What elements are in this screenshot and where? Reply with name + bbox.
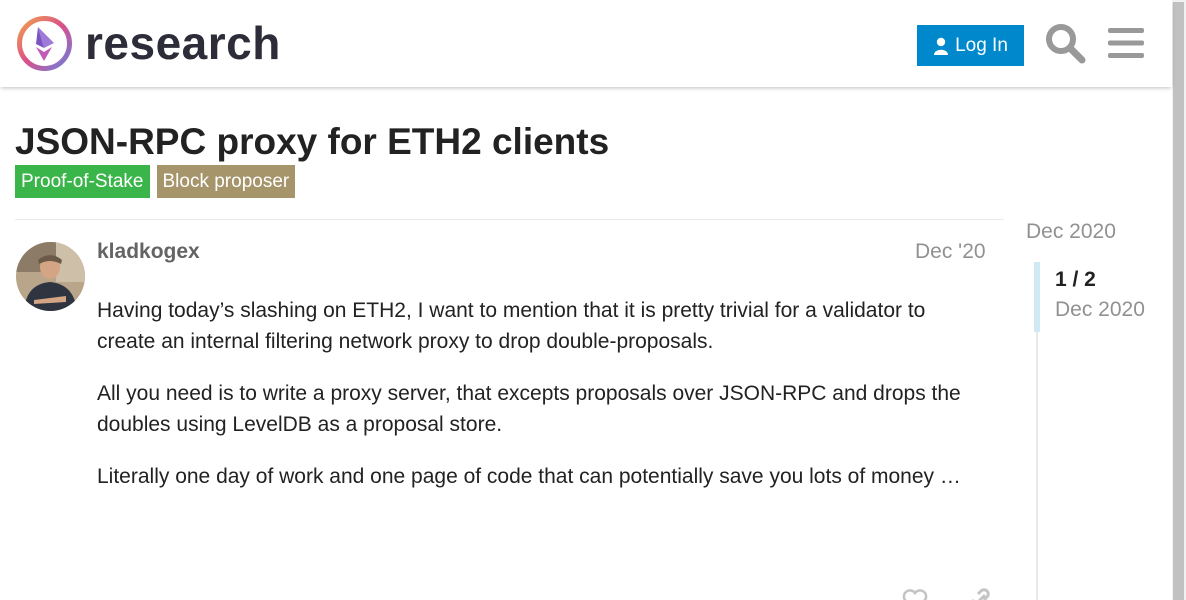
topic-tags: Proof-of-Stake Block proposer: [15, 165, 296, 198]
timeline-handle[interactable]: [1034, 262, 1040, 332]
heart-icon[interactable]: [902, 588, 928, 600]
post-author[interactable]: kladkogex: [97, 240, 200, 264]
post-date[interactable]: Dec '20: [915, 240, 986, 264]
post-paragraph: All you need is to write a proxy server,…: [97, 382, 961, 436]
timeline-start-date[interactable]: Dec 2020: [1026, 220, 1116, 244]
post-paragraph: Literally one day of work and one page o…: [97, 465, 961, 488]
page-scrollbar[interactable]: [1172, 0, 1186, 600]
site-header: research Log In: [0, 0, 1172, 87]
ethereum-research-logo-icon: [17, 16, 72, 71]
tag-proof-of-stake[interactable]: Proof-of-Stake: [15, 165, 150, 198]
site-logo[interactable]: research: [16, 15, 281, 72]
login-button[interactable]: Log In: [917, 25, 1024, 66]
link-icon[interactable]: [966, 588, 992, 600]
hamburger-menu-icon[interactable]: [1107, 26, 1145, 60]
user-icon: [934, 37, 949, 55]
login-label: Log In: [955, 34, 1008, 56]
title-divider: [15, 219, 1004, 220]
timeline-current-date: Dec 2020: [1055, 298, 1145, 321]
timeline-position: 1 / 2: [1055, 268, 1096, 291]
scrollbar-thumb[interactable]: [1173, 2, 1184, 600]
avatar[interactable]: [16, 242, 85, 311]
tag-block-proposer[interactable]: Block proposer: [156, 165, 296, 198]
site-title: research: [85, 17, 281, 69]
user-photo-icon: [16, 242, 85, 311]
topic-title[interactable]: JSON-RPC proxy for ETH2 clients: [15, 120, 609, 164]
search-icon[interactable]: [1044, 22, 1086, 64]
post-body: Having today’s slashing on ETH2, I want …: [97, 295, 977, 513]
post-paragraph: Having today’s slashing on ETH2, I want …: [97, 299, 926, 353]
